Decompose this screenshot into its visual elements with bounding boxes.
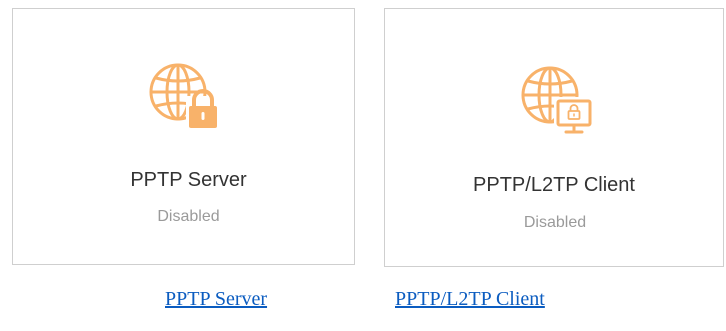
pptp-server-link[interactable]: PPTP Server (165, 288, 267, 311)
status-text: Disabled (523, 214, 587, 231)
globe-lock-icon (149, 63, 222, 136)
pptp-l2tp-client-link[interactable]: PPTP/L2TP Client (395, 288, 545, 311)
card-title: PPTP/L2TP Client (473, 174, 635, 196)
globe-monitor-lock-icon (521, 66, 596, 141)
pptp-l2tp-client-card[interactable]: PPTP/L2TP Client Disabled (384, 8, 724, 267)
pptp-server-card[interactable]: PPTP Server Disabled (12, 8, 355, 265)
status-text: Disabled (157, 208, 220, 225)
card-title: PPTP Server (130, 169, 247, 191)
